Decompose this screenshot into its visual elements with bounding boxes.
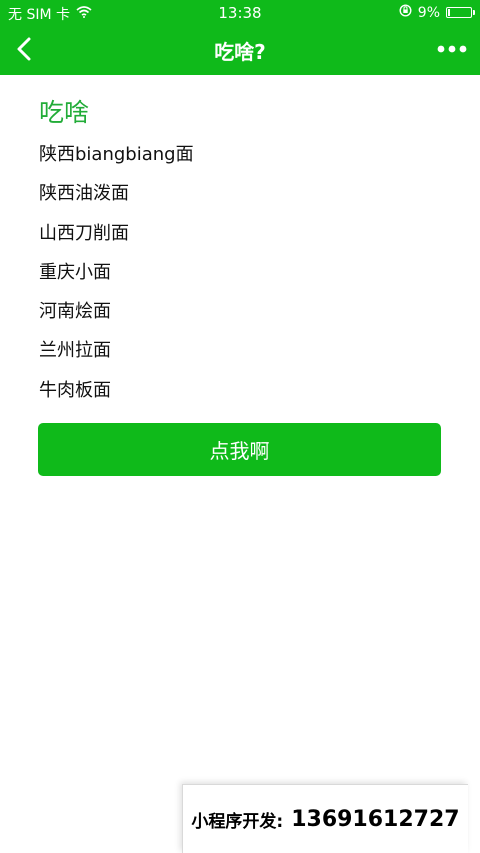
- battery-level: [448, 9, 450, 16]
- top-bar: 无 SIM 卡 13:38 9% 吃啥?: [0, 0, 480, 75]
- battery-percent: 9%: [417, 4, 440, 21]
- food-list: 陕西biangbiang面 陕西油泼面 山西刀削面 重庆小面 河南烩面 兰州拉面…: [39, 144, 441, 420]
- rotation-lock-icon: [399, 4, 412, 21]
- section-heading: 吃啥: [39, 98, 90, 127]
- list-item: 兰州拉面: [39, 340, 111, 362]
- click-me-button[interactable]: 点我啊: [38, 423, 441, 476]
- promo-label: 小程序开发:: [191, 811, 284, 832]
- more-dots-icon: [437, 45, 467, 53]
- battery-icon: [446, 7, 475, 18]
- list-item: 山西刀削面: [39, 222, 129, 244]
- more-button[interactable]: [434, 36, 470, 62]
- list-item: 重庆小面: [39, 261, 111, 283]
- main-content: 吃啥 陕西biangbiang面 陕西油泼面 山西刀削面 重庆小面 河南烩面 兰…: [39, 93, 441, 420]
- list-item: 河南烩面: [39, 301, 111, 323]
- list-item: 陕西biangbiang面: [39, 144, 194, 165]
- list-item: 陕西油泼面: [39, 183, 129, 205]
- status-right: 9%: [399, 4, 475, 21]
- navbar: 吃啥?: [0, 24, 480, 75]
- page-title: 吃啥?: [214, 40, 266, 64]
- promo-banner: 小程序开发: 13691612727: [182, 784, 468, 853]
- status-bar: 无 SIM 卡 13:38 9%: [0, 0, 480, 24]
- promo-phone: 13691612727: [291, 806, 460, 832]
- list-item: 牛肉板面: [39, 379, 111, 401]
